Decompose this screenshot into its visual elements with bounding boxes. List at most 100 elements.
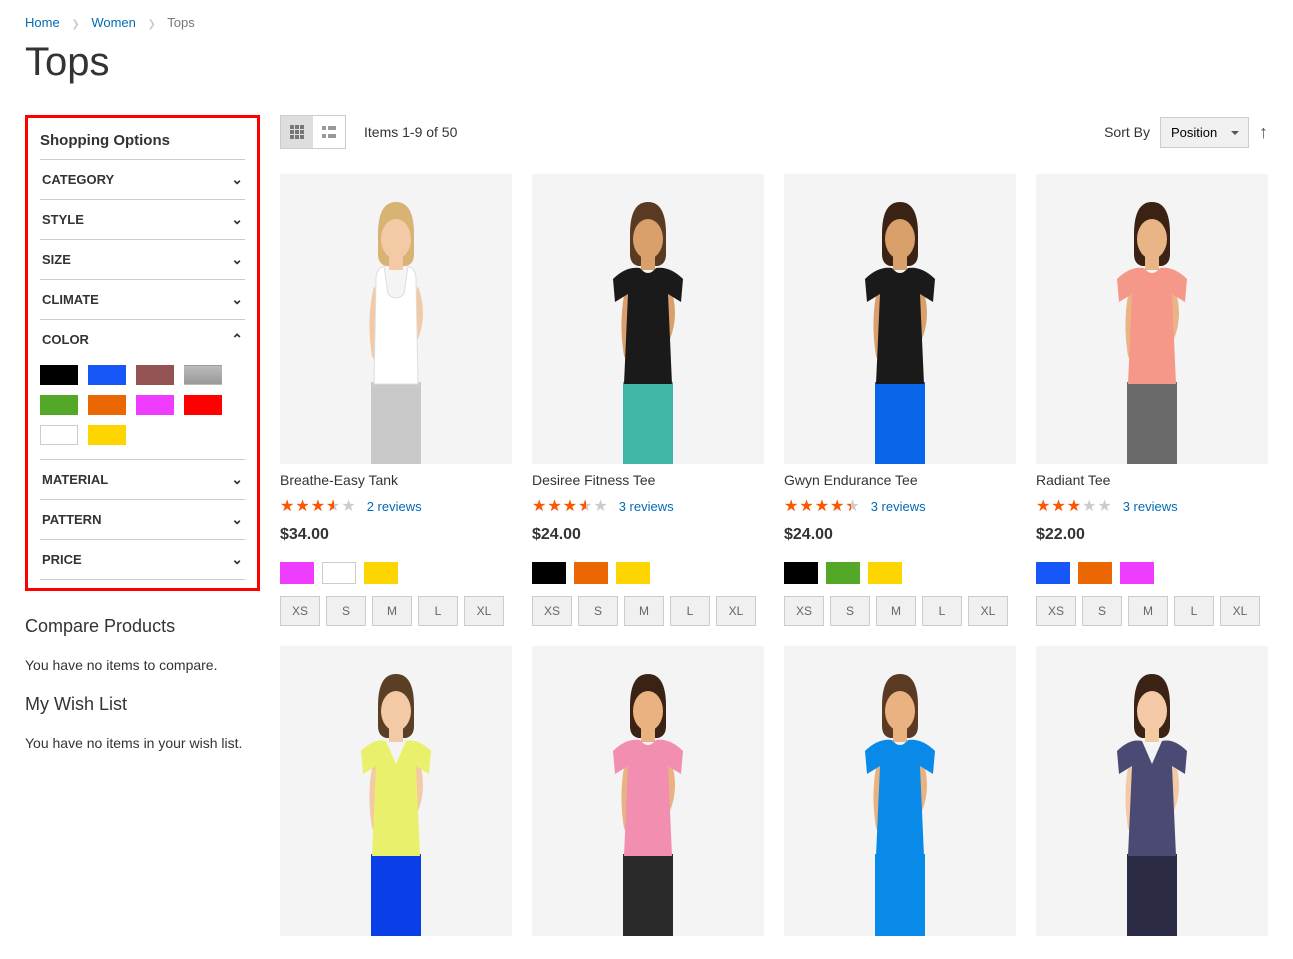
product-name-link[interactable]: Desiree Fitness Tee	[532, 472, 764, 488]
product-figure	[568, 184, 728, 464]
size-swatch-xs[interactable]: XS	[784, 596, 824, 626]
sort-by-select[interactable]: Position	[1160, 117, 1249, 148]
size-swatch-xs[interactable]: XS	[280, 596, 320, 626]
product-image-link[interactable]	[784, 174, 1016, 464]
size-swatch-xl[interactable]: XL	[1220, 596, 1260, 626]
size-swatch-xl[interactable]: XL	[716, 596, 756, 626]
color-swatch-blue[interactable]	[88, 365, 126, 385]
product-color-swatches	[280, 562, 512, 584]
product-image-link[interactable]	[532, 174, 764, 464]
filter-size[interactable]: SIZE ⌄	[40, 240, 245, 280]
chevron-down-icon: ⌄	[231, 251, 243, 268]
product-figure	[1072, 656, 1232, 936]
reviews-link[interactable]: 3 reviews	[1123, 499, 1178, 514]
color-swatch-white[interactable]	[40, 425, 78, 445]
star-rating: ★★★★★★★★★★	[1036, 496, 1113, 516]
size-swatch-m[interactable]: M	[624, 596, 664, 626]
color-swatch-purple[interactable]	[280, 562, 314, 584]
color-swatch-orange[interactable]	[574, 562, 608, 584]
filter-material[interactable]: MATERIAL ⌄	[40, 460, 245, 500]
product-name-link[interactable]: Breathe-Easy Tank	[280, 472, 512, 488]
breadcrumb-home[interactable]: Home	[25, 15, 60, 30]
size-swatch-xs[interactable]: XS	[532, 596, 572, 626]
product-card: Radiant Tee★★★★★★★★★★3 reviews$22.00XSSM…	[1036, 174, 1268, 626]
product-image-link[interactable]	[532, 646, 764, 936]
product-image-link[interactable]	[280, 646, 512, 936]
color-swatch-blue[interactable]	[1036, 562, 1070, 584]
reviews-link[interactable]: 3 reviews	[871, 499, 926, 514]
chevron-right-icon: ❯	[71, 19, 79, 30]
list-view-button[interactable]	[313, 116, 345, 148]
size-swatch-l[interactable]: L	[418, 596, 458, 626]
view-mode-switcher	[280, 115, 346, 149]
color-swatch-red[interactable]	[184, 395, 222, 415]
product-size-swatches: XSSMLXL	[532, 596, 764, 626]
color-swatch-yellow[interactable]	[364, 562, 398, 584]
size-swatch-s[interactable]: S	[326, 596, 366, 626]
size-swatch-l[interactable]: L	[670, 596, 710, 626]
color-swatch-green[interactable]	[40, 395, 78, 415]
reviews-link[interactable]: 2 reviews	[367, 499, 422, 514]
product-name-link[interactable]: Gwyn Endurance Tee	[784, 472, 1016, 488]
rating-row: ★★★★★★★★★★3 reviews	[532, 496, 764, 516]
color-swatch-black[interactable]	[40, 365, 78, 385]
product-image-link[interactable]	[1036, 646, 1268, 936]
product-figure	[568, 656, 728, 936]
size-swatch-m[interactable]: M	[372, 596, 412, 626]
product-image-link[interactable]	[280, 174, 512, 464]
filter-color[interactable]: COLOR ⌃	[40, 320, 245, 359]
chevron-down-icon: ⌄	[231, 291, 243, 308]
filter-price[interactable]: PRICE ⌄	[40, 540, 245, 580]
reviews-link[interactable]: 3 reviews	[619, 499, 674, 514]
color-swatch-white[interactable]	[322, 562, 356, 584]
color-swatch-green[interactable]	[826, 562, 860, 584]
size-swatch-l[interactable]: L	[922, 596, 962, 626]
product-size-swatches: XSSMLXL	[1036, 596, 1268, 626]
color-swatch-brown[interactable]	[136, 365, 174, 385]
color-swatch-purple[interactable]	[1120, 562, 1154, 584]
color-swatch-gray[interactable]	[184, 365, 222, 385]
size-swatch-xs[interactable]: XS	[1036, 596, 1076, 626]
color-swatch-yellow[interactable]	[616, 562, 650, 584]
product-image-link[interactable]	[784, 646, 1016, 936]
size-swatch-s[interactable]: S	[1082, 596, 1122, 626]
size-swatch-s[interactable]: S	[578, 596, 618, 626]
chevron-down-icon: ⌄	[231, 511, 243, 528]
color-swatch-yellow[interactable]	[868, 562, 902, 584]
star-rating: ★★★★★★★★★★	[784, 496, 861, 516]
product-name-link[interactable]: Radiant Tee	[1036, 472, 1268, 488]
arrow-up-icon: ↑	[1259, 122, 1268, 142]
size-swatch-m[interactable]: M	[1128, 596, 1168, 626]
product-card: Desiree Fitness Tee ★★★★★★★★★★3 reviews $2…	[532, 174, 764, 626]
size-swatch-xl[interactable]: XL	[968, 596, 1008, 626]
filter-label: CLIMATE	[42, 292, 99, 307]
size-swatch-s[interactable]: S	[830, 596, 870, 626]
product-price: $24.00	[532, 526, 764, 544]
wishlist-block: My Wish List You have no items in your w…	[25, 694, 260, 754]
size-swatch-m[interactable]: M	[876, 596, 916, 626]
breadcrumb-women[interactable]: Women	[91, 15, 136, 30]
wishlist-title: My Wish List	[25, 694, 260, 715]
color-swatch-black[interactable]	[532, 562, 566, 584]
color-swatch-yellow[interactable]	[88, 425, 126, 445]
compare-products-block: Compare Products You have no items to co…	[25, 616, 260, 676]
size-swatch-xl[interactable]: XL	[464, 596, 504, 626]
product-image-link[interactable]	[1036, 174, 1268, 464]
compare-empty-text: You have no items to compare.	[25, 655, 260, 676]
color-swatch-orange[interactable]	[1078, 562, 1112, 584]
filter-climate[interactable]: CLIMATE ⌄	[40, 280, 245, 320]
filter-category[interactable]: CATEGORY ⌄	[40, 160, 245, 200]
chevron-down-icon: ⌄	[231, 211, 243, 228]
filter-pattern[interactable]: PATTERN ⌄	[40, 500, 245, 540]
sort-direction-button[interactable]: ↑	[1259, 122, 1268, 143]
filter-label: PATTERN	[42, 512, 101, 527]
color-swatch-magenta[interactable]	[136, 395, 174, 415]
product-color-swatches	[784, 562, 1016, 584]
grid-view-button[interactable]	[281, 116, 313, 148]
filter-style[interactable]: STYLE ⌄	[40, 200, 245, 240]
color-swatch-black[interactable]	[784, 562, 818, 584]
product-color-swatches	[532, 562, 764, 584]
color-swatch-orange[interactable]	[88, 395, 126, 415]
chevron-down-icon: ⌄	[231, 171, 243, 188]
size-swatch-l[interactable]: L	[1174, 596, 1214, 626]
